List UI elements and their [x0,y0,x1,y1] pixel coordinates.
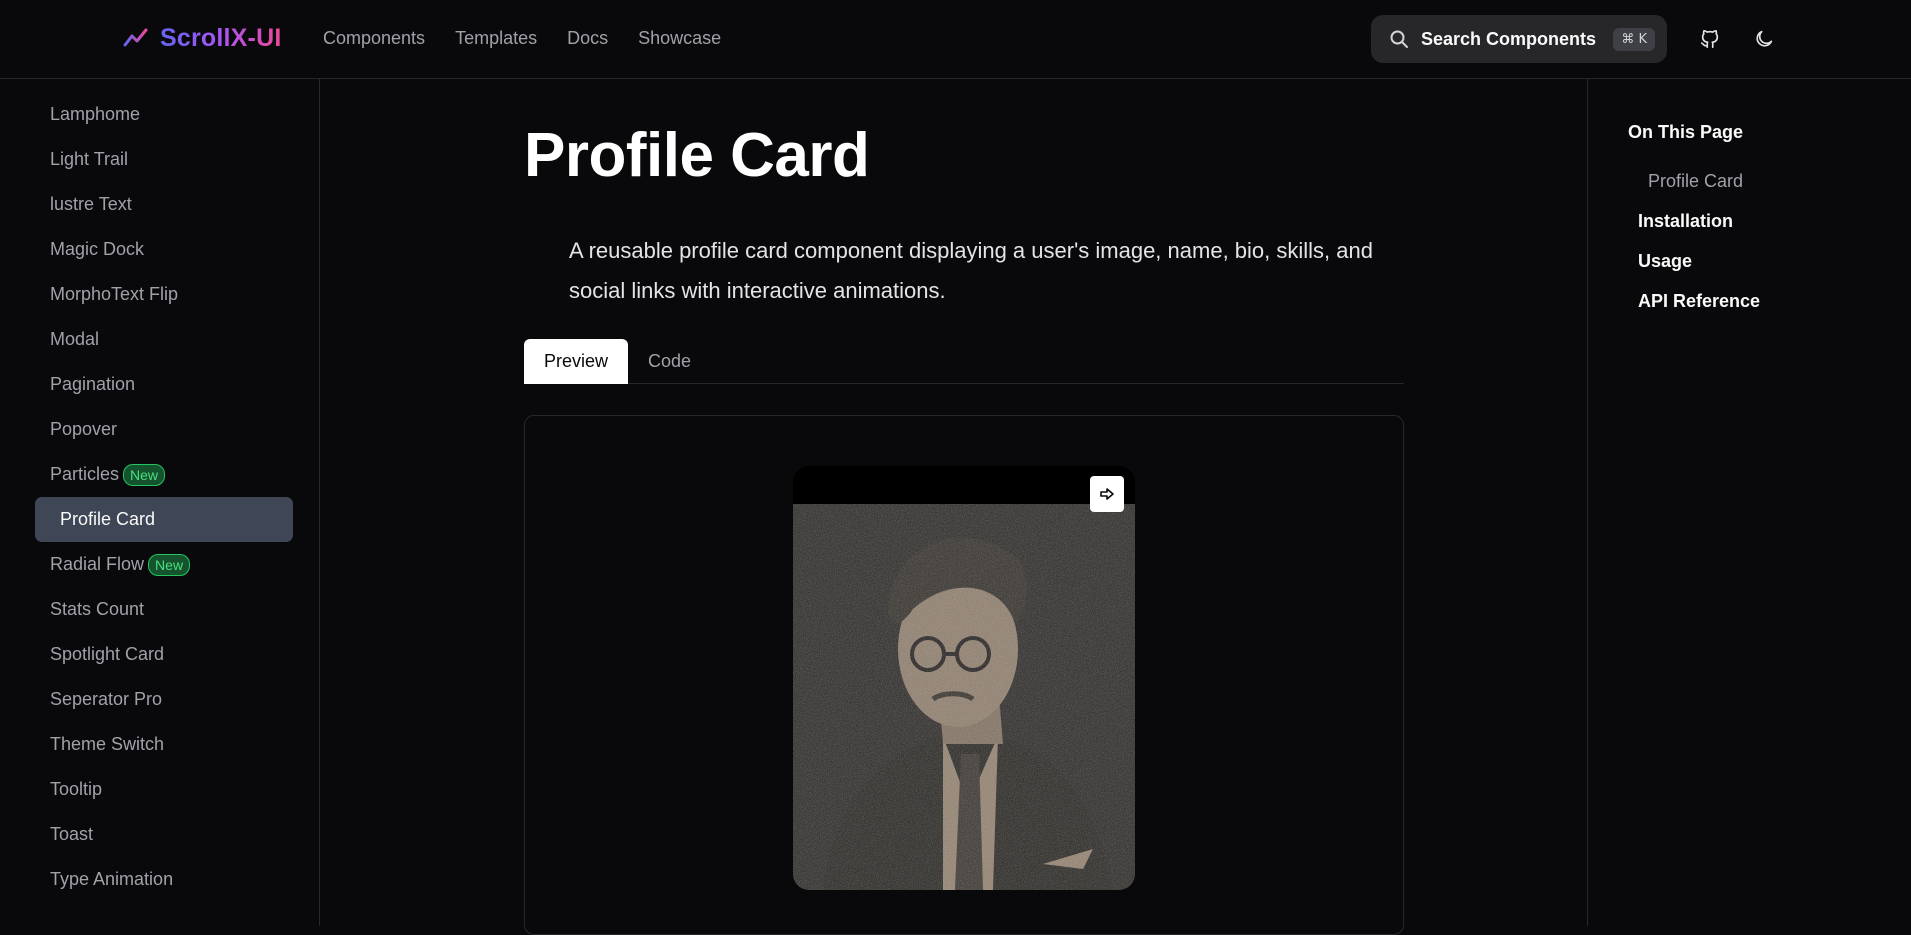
sidebar-item-label: Toast [50,824,94,844]
preview-tabs: Preview Code [524,339,1404,384]
sidebar-item-profile-card[interactable]: Profile Card [35,497,293,542]
sidebar-item-label: Seperator Pro [50,689,163,709]
search-shortcut: ⌘ K [1613,27,1655,51]
moon-icon[interactable] [1750,25,1778,53]
sidebar-item-label: MorphoText Flip [50,284,179,304]
nav-showcase[interactable]: Showcase [638,28,721,49]
sidebar-list: Lamphome Light Trail lustre Text Magic Dock… [0,79,319,902]
sidebar-item-label: Spotlight Card [50,644,165,664]
share-button[interactable] [1090,476,1124,512]
nav-docs[interactable]: Docs [567,28,608,49]
arrow-right-icon [1100,488,1114,500]
sidebar-item-label: Type Animation [50,869,174,889]
sidebar-item-morphotext-flip[interactable]: MorphoText Flip [0,272,319,317]
brand-name: ScrollX-UI [160,24,282,52]
nav-templates[interactable]: Templates [455,28,537,49]
toc-item-installation[interactable]: Installation [1638,211,1733,232]
toc-item-api-reference[interactable]: API Reference [1638,291,1760,312]
sidebar-item-label: Pagination [50,374,136,394]
sidebar-item-label: Profile Card [60,509,156,529]
sidebar-item-magic-dock[interactable]: Magic Dock [0,227,319,272]
sidebar: Lamphome Light Trail lustre Text Magic Dock… [0,79,320,926]
nav-components[interactable]: Components [323,28,425,49]
sidebar-item-label: Popover [50,419,118,439]
top-header: ScrollX-UI Components Templates Docs Sho… [0,0,1911,79]
sidebar-item-label: Tooltip [50,779,103,799]
search-label: Search Components [1421,28,1597,49]
sidebar-item-stats-count[interactable]: Stats Count [0,587,319,632]
sidebar-item-radial-flow[interactable]: Radial Flow New [0,542,319,587]
sidebar-item-label: lustre Text [50,194,132,214]
search-icon [1390,30,1408,48]
sidebar-item-label: Modal [50,329,100,349]
sidebar-item-modal[interactable]: Modal [0,317,319,362]
sidebar-item-label: Lamphome [50,104,141,124]
sidebar-item-lustre-text[interactable]: lustre Text [0,182,319,227]
page-title: Profile Card [524,121,870,190]
toc-item-usage[interactable]: Usage [1638,251,1692,272]
preview-panel [524,415,1404,935]
card-header-bar [793,466,1135,504]
sidebar-item-label: Particles [50,464,120,484]
page-description: A reusable profile card component displa… [569,238,1373,303]
sidebar-item-type-animation[interactable]: Type Animation [0,857,319,902]
new-badge: New [123,463,166,486]
toc-panel: On This Page Profile Card Installation U… [1587,79,1911,926]
sidebar-item-seperator-pro[interactable]: Seperator Pro [0,677,319,722]
search-button[interactable]: Search Components ⌘ K [1371,15,1667,63]
sidebar-item-label: Magic Dock [50,239,145,259]
toc-title: On This Page [1628,122,1744,142]
brand-logo[interactable]: ScrollX-UI [122,24,281,53]
sidebar-item-pagination[interactable]: Pagination [0,362,319,407]
sidebar-item-particles[interactable]: Particles New [0,452,319,497]
profile-card[interactable] [793,466,1135,890]
main-nav: Components Templates Docs Showcase [323,28,721,49]
sidebar-item-popover[interactable]: Popover [0,407,319,452]
new-badge: New [148,553,191,576]
profile-image [793,504,1135,890]
toc-item-profile-card[interactable]: Profile Card [1648,171,1743,192]
sidebar-item-light-trail[interactable]: Light Trail [0,137,319,182]
sidebar-item-tooltip[interactable]: Tooltip [0,767,319,812]
main-content: Profile Card A reusable profile card com… [321,79,1586,935]
sidebar-item-label: Theme Switch [50,734,165,754]
sidebar-item-toast[interactable]: Toast [0,812,319,857]
sidebar-item-lamphome[interactable]: Lamphome [0,92,319,137]
sidebar-item-label: Stats Count [50,599,145,619]
tab-preview[interactable]: Preview [524,339,629,384]
github-icon[interactable] [1696,25,1724,53]
sidebar-item-spotlight-card[interactable]: Spotlight Card [0,632,319,677]
tab-code[interactable]: Code [628,339,711,384]
sidebar-item-label: Radial Flow [50,554,145,574]
trend-chart-icon [123,28,149,51]
sidebar-item-label: Light Trail [50,149,129,169]
sidebar-item-theme-switch[interactable]: Theme Switch [0,722,319,767]
